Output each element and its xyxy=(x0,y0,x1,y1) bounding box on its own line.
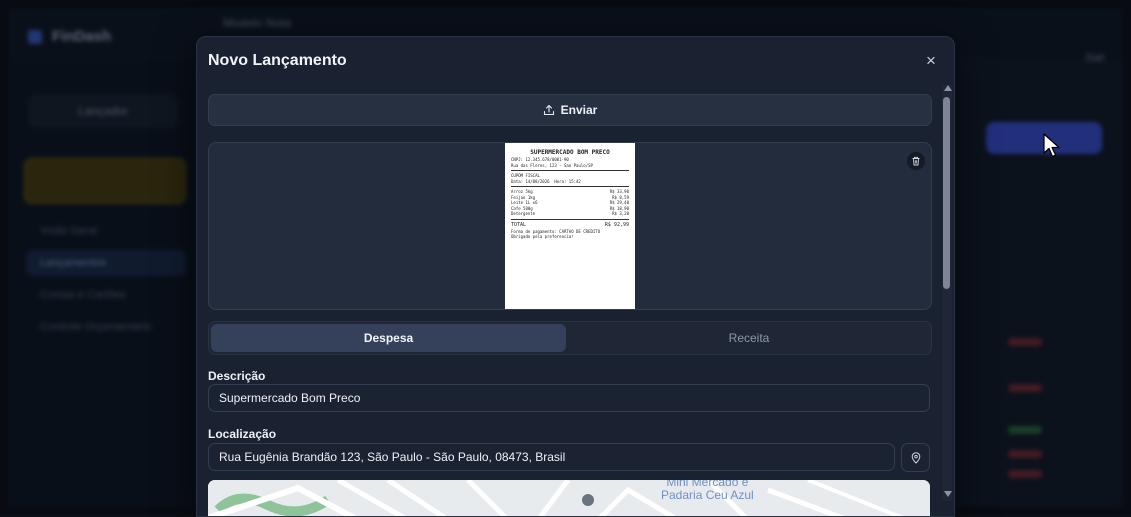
locate-button[interactable] xyxy=(901,443,930,472)
receipt-item: Detergente R$ 3,20 xyxy=(511,211,629,216)
upload-button[interactable]: Enviar xyxy=(208,94,932,126)
description-field[interactable]: Supermercado Bom Preco xyxy=(208,384,930,412)
cursor-icon xyxy=(1043,133,1060,158)
transaction-type-toggle: Despesa Receita xyxy=(208,321,932,355)
modal-scrollbar[interactable] xyxy=(942,85,952,501)
map-streets xyxy=(208,480,930,516)
receipt-total: TOTAL R$ 92,99 xyxy=(511,221,629,228)
scrollbar-thumb[interactable] xyxy=(943,97,950,289)
receipt-store-name: SUPERMERCADO BOM PRECO xyxy=(530,149,610,156)
receipt-address: Rua das Flores, 123 - Sao Paulo/SP xyxy=(511,162,593,168)
map-poi-label: Mini Mercado e Padaria Ceu Azul xyxy=(661,480,754,502)
new-transaction-modal: Novo Lançamento × Enviar SUPERMERCADO BO… xyxy=(196,36,955,517)
location-label: Localização xyxy=(208,427,277,441)
trash-icon xyxy=(912,156,920,166)
modal-title: Novo Lançamento xyxy=(208,52,347,69)
description-label: Descrição xyxy=(208,369,266,383)
remove-image-button[interactable] xyxy=(907,152,925,170)
tab-income[interactable]: Receita xyxy=(569,324,929,352)
location-field[interactable]: Rua Eugênia Brandão 123, São Paulo - São… xyxy=(208,443,895,471)
map-poi-line: Padaria Ceu Azul xyxy=(661,488,754,502)
upload-icon xyxy=(543,104,554,116)
modal-body[interactable]: Enviar SUPERMERCADO BOM PRECO CNPJ: 12.3… xyxy=(197,87,954,516)
receipt-thanks: Obrigado pela preferencia! xyxy=(511,234,574,239)
receipt-datetime: Data: 14/08/2026 Hora: 15:42 xyxy=(511,178,581,184)
receipt-image: SUPERMERCADO BOM PRECO CNPJ: 12.345.678/… xyxy=(505,143,635,309)
receipt-preview: SUPERMERCADO BOM PRECO CNPJ: 12.345.678/… xyxy=(208,142,932,310)
tab-expense[interactable]: Despesa xyxy=(211,324,566,352)
scroll-down-icon[interactable] xyxy=(944,491,952,497)
scroll-up-icon[interactable] xyxy=(944,85,952,91)
upload-button-label: Enviar xyxy=(560,103,598,117)
close-icon[interactable]: × xyxy=(919,49,943,73)
map-pin-icon xyxy=(911,451,920,464)
location-map[interactable]: Mini Mercado e Padaria Ceu Azul xyxy=(208,480,930,516)
